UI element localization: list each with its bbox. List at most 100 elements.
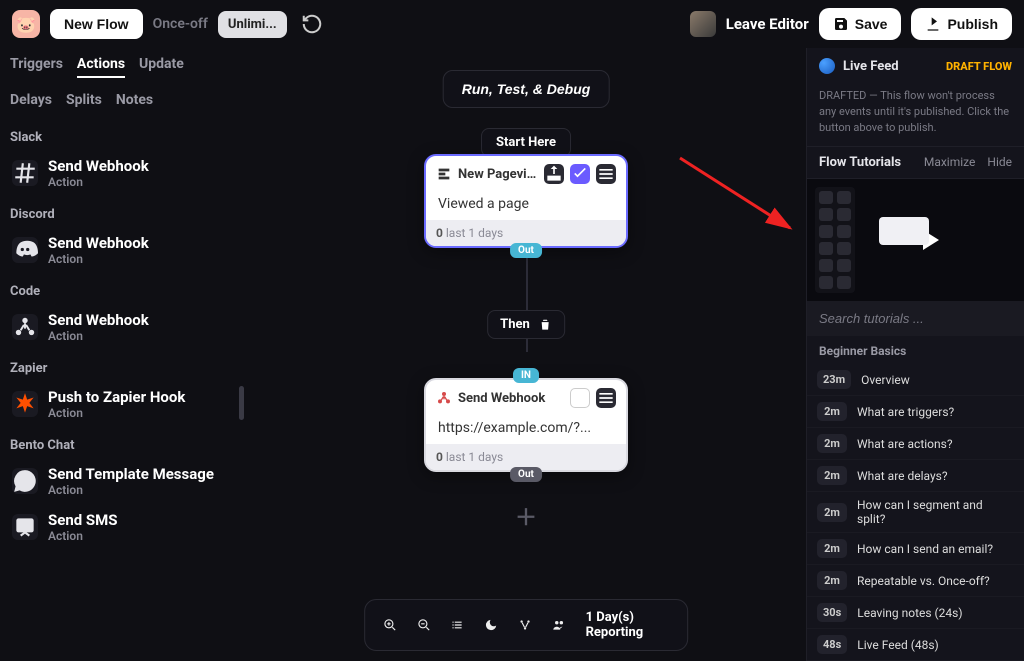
start-here-label: Start Here bbox=[481, 128, 571, 157]
once-off-label: Once-off bbox=[153, 16, 208, 32]
tab-actions[interactable]: Actions bbox=[77, 56, 125, 78]
tutorial-name: What are delays? bbox=[857, 469, 948, 483]
tutorial-item[interactable]: 30s Leaving notes (24s) bbox=[807, 597, 1024, 629]
node-check-icon[interactable] bbox=[570, 164, 590, 184]
tab-splits[interactable]: Splits bbox=[66, 92, 102, 114]
action-item[interactable]: Send WebhookAction bbox=[0, 151, 246, 197]
tutorial-duration: 2m bbox=[817, 466, 847, 485]
list-icon[interactable] bbox=[451, 616, 465, 634]
webhook-icon bbox=[436, 390, 452, 406]
new-flow-button[interactable]: New Flow bbox=[50, 9, 143, 39]
globe-icon bbox=[819, 58, 835, 74]
tab-update[interactable]: Update bbox=[139, 56, 184, 78]
pageview-icon bbox=[436, 166, 452, 182]
action-title: Send Template Message bbox=[48, 465, 214, 483]
action-item[interactable]: Send SMSAction bbox=[0, 505, 246, 551]
action-item[interactable]: Push to Zapier HookAction bbox=[0, 382, 246, 428]
trash-icon[interactable] bbox=[538, 318, 552, 332]
group-label: Discord bbox=[0, 197, 246, 228]
group-label: Code bbox=[0, 274, 246, 305]
tutorial-item[interactable]: 23m Overview bbox=[807, 364, 1024, 396]
tutorial-name: How can I send an email? bbox=[857, 542, 993, 556]
tutorial-section-label: Beginner Basics bbox=[807, 336, 1024, 364]
action-item[interactable]: Send Template MessageAction bbox=[0, 459, 246, 505]
out-badge: Out bbox=[510, 243, 542, 258]
draft-flow-badge: DRAFT FLOW bbox=[946, 60, 1012, 73]
save-icon bbox=[833, 16, 849, 32]
reporting-label[interactable]: 1 Day(s) Reporting bbox=[586, 610, 669, 640]
tab-triggers[interactable]: Triggers bbox=[10, 56, 63, 78]
sidebar-scrollbar[interactable] bbox=[239, 386, 244, 420]
moon-icon[interactable] bbox=[484, 616, 498, 634]
zoom-out-icon[interactable] bbox=[417, 616, 431, 634]
node-empty-chip[interactable] bbox=[570, 388, 590, 408]
zapier-icon bbox=[12, 391, 38, 417]
action-sub: Action bbox=[48, 529, 118, 543]
action-sub: Action bbox=[48, 252, 149, 266]
action-title: Send Webhook bbox=[48, 311, 149, 329]
action-sub: Action bbox=[48, 175, 149, 189]
zoom-in-icon[interactable] bbox=[383, 616, 397, 634]
flow-tutorials-title: Flow Tutorials bbox=[819, 155, 912, 170]
action-sub: Action bbox=[48, 483, 214, 497]
user-avatar[interactable] bbox=[690, 11, 716, 37]
tutorial-video[interactable] bbox=[807, 179, 1024, 301]
save-button[interactable]: Save bbox=[819, 8, 902, 40]
tutorial-item[interactable]: 2mWhat are actions? bbox=[807, 428, 1024, 460]
action-node[interactable]: IN Send Webhook https://example.com/?...… bbox=[424, 378, 628, 472]
reload-icon[interactable] bbox=[301, 13, 323, 35]
flow-canvas[interactable]: Run, Test, & Debug Start Here New Pagevi… bbox=[246, 48, 806, 661]
node-body: https://example.com/?... bbox=[426, 416, 626, 444]
node-menu-icon[interactable] bbox=[596, 164, 616, 184]
group-label: Zapier bbox=[0, 351, 246, 382]
chat-icon bbox=[12, 468, 38, 494]
tutorial-duration: 23m bbox=[817, 370, 851, 389]
in-badge: IN bbox=[513, 368, 539, 383]
tab-delays[interactable]: Delays bbox=[10, 92, 52, 114]
action-item[interactable]: Send WebhookAction bbox=[0, 305, 246, 351]
then-pill[interactable]: Then bbox=[487, 310, 565, 339]
discord-icon bbox=[12, 237, 38, 263]
tutorial-name: Live Feed (48s) bbox=[857, 638, 938, 652]
node-menu-icon[interactable] bbox=[596, 388, 616, 408]
topbar: 🐷 New Flow Once-off Unlimi... Leave Edit… bbox=[0, 0, 1024, 48]
tutorial-item[interactable]: 2mHow can I send an email? bbox=[807, 533, 1024, 565]
tutorial-item[interactable]: 2m What are delays? bbox=[807, 460, 1024, 492]
tutorial-item[interactable]: 2mHow can I segment and split? bbox=[807, 492, 1024, 533]
right-panel: Live Feed DRAFT FLOW DRAFTED — This flow… bbox=[806, 48, 1024, 661]
tutorial-item[interactable]: 48s Live Feed (48s) bbox=[807, 629, 1024, 661]
users-icon[interactable] bbox=[552, 616, 566, 634]
action-item[interactable]: Send WebhookAction bbox=[0, 228, 246, 274]
group-label: Slack bbox=[0, 120, 246, 151]
tutorial-duration: 30s bbox=[817, 603, 847, 622]
tutorial-duration: 48s bbox=[817, 635, 847, 654]
tutorial-duration: 2m bbox=[817, 402, 847, 421]
tutorial-name: Leaving notes (24s) bbox=[857, 606, 962, 620]
add-node-button[interactable]: ＋ bbox=[515, 500, 537, 532]
save-label: Save bbox=[855, 16, 888, 32]
leave-editor-button[interactable]: Leave Editor bbox=[726, 15, 809, 33]
publish-button[interactable]: Publish bbox=[911, 8, 1012, 40]
tab-notes[interactable]: Notes bbox=[116, 92, 153, 114]
unlimited-chip[interactable]: Unlimi... bbox=[218, 11, 287, 38]
search-tutorials-input[interactable] bbox=[807, 301, 1024, 336]
action-title: Send Webhook bbox=[48, 157, 149, 175]
node-title: Send Webhook bbox=[458, 391, 564, 406]
hide-button[interactable]: Hide bbox=[987, 155, 1012, 169]
action-title: Send SMS bbox=[48, 511, 118, 529]
trigger-node[interactable]: New Pagevie... Viewed a page 0 last 1 da… bbox=[424, 154, 628, 248]
node-export-icon[interactable] bbox=[544, 164, 564, 184]
tutorial-name: Overview bbox=[861, 373, 910, 387]
action-title: Send Webhook bbox=[48, 234, 149, 252]
app-logo[interactable]: 🐷 bbox=[12, 10, 40, 38]
tutorial-item[interactable]: 2mWhat are triggers? bbox=[807, 396, 1024, 428]
action-sub: Action bbox=[48, 406, 185, 420]
node-title: New Pagevie... bbox=[458, 167, 538, 182]
action-title: Push to Zapier Hook bbox=[48, 388, 185, 406]
tutorial-item[interactable]: 2mRepeatable vs. Once-off? bbox=[807, 565, 1024, 597]
maximize-button[interactable]: Maximize bbox=[924, 155, 976, 169]
tutorial-duration: 2m bbox=[817, 434, 847, 453]
bottom-toolbar: 1 Day(s) Reporting bbox=[364, 599, 688, 651]
run-test-debug-button[interactable]: Run, Test, & Debug bbox=[443, 70, 610, 108]
branch-icon[interactable] bbox=[518, 616, 532, 634]
